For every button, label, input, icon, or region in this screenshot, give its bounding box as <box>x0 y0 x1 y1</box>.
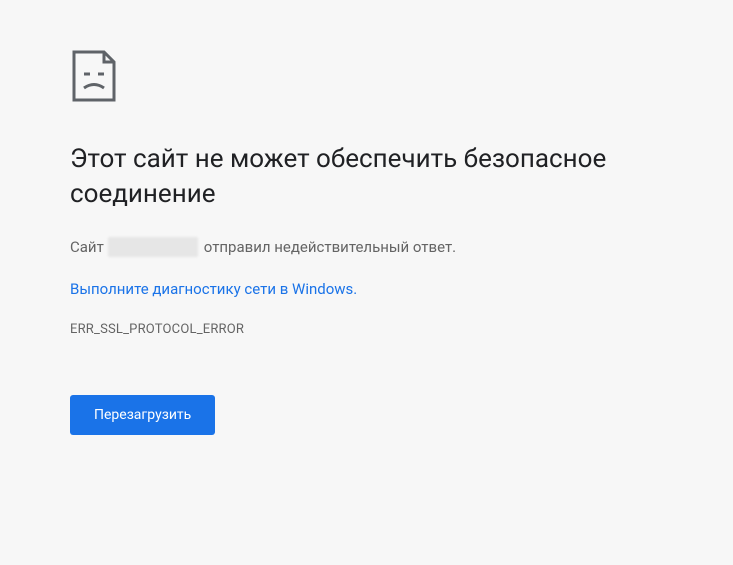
sad-page-icon <box>70 50 663 102</box>
diagnostic-link[interactable]: Выполните диагностику сети в Windows. <box>70 280 357 298</box>
error-heading: Этот сайт не может обеспечить безопасное… <box>70 142 663 212</box>
error-subtext: Сайт отправил недействительный ответ. <box>70 236 663 259</box>
subtext-suffix: отправил недействительный ответ. <box>204 236 456 259</box>
reload-button[interactable]: Перезагрузить <box>70 395 215 435</box>
error-code: ERR_SSL_PROTOCOL_ERROR <box>70 322 663 337</box>
redacted-hostname <box>108 237 198 257</box>
subtext-prefix: Сайт <box>70 236 104 259</box>
